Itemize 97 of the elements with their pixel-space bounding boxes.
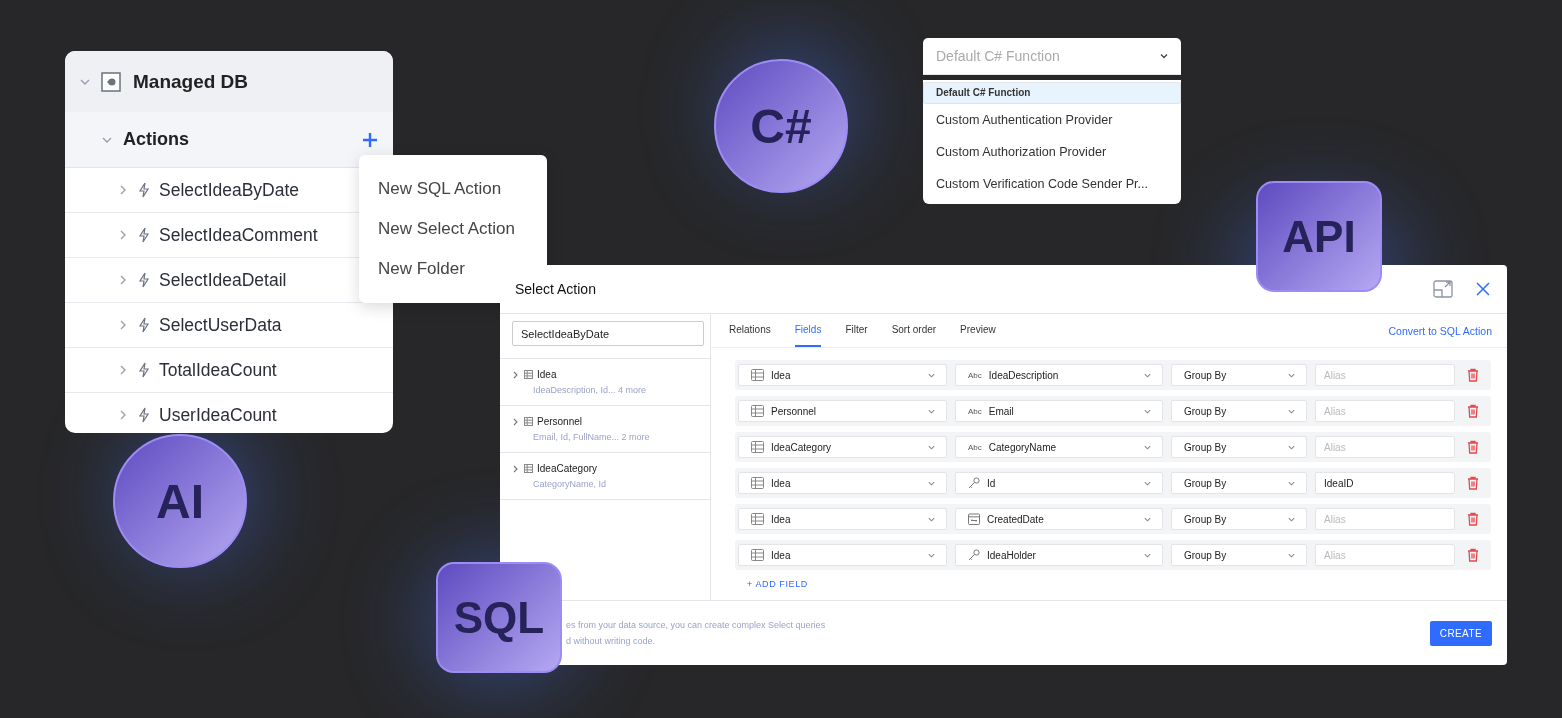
aggregate-select[interactable]: Group By [1171,544,1307,566]
expand-icon[interactable] [1433,280,1453,298]
lightning-icon [137,182,151,198]
lightning-icon [137,407,151,423]
entity-name: Personnel [537,416,583,427]
caret-icon [1159,51,1169,61]
entity-fields: IdeaDescription, Id... 4 more [533,385,698,395]
tree-item[interactable]: UserIdeaCount [117,393,277,433]
key-icon [968,477,980,489]
entity-fields: Email, Id, FullName... 2 more [533,432,698,442]
table-icon [751,405,764,417]
tree-item[interactable]: TotalIdeaCount [117,348,277,392]
trash-icon[interactable] [1467,368,1479,382]
chevron-icon [512,417,520,426]
dropdown-option[interactable]: Custom Authentication Provider [923,104,1181,136]
footer-text: es from your data source, you can create complex Select queries [566,620,826,630]
field-select[interactable]: CreatedDate [955,508,1163,530]
table-icon [524,417,533,426]
tab[interactable]: Filter [845,314,868,347]
entity-item[interactable]: Personnel Email, Id, FullName... 2 more [500,406,710,453]
lightning-icon [137,227,151,243]
table-select[interactable]: Idea [738,472,947,494]
entity-item[interactable]: IdeaCategory CategoryName, Id [500,453,710,500]
calendar-icon [968,513,980,525]
lightning-icon [137,362,151,378]
trash-icon[interactable] [1467,404,1479,418]
alias-field[interactable]: IdeaID [1315,472,1455,494]
aggregate-select[interactable]: Group By [1171,436,1307,458]
name-field[interactable]: SelectIdeaByDate [512,321,704,346]
entity-item[interactable]: Idea IdeaDescription, Id... 4 more [500,359,710,406]
chevron-icon [512,464,520,473]
table-icon [751,549,764,561]
dialog-title: Select Action [515,281,596,297]
field-select[interactable]: Abc Email [955,400,1163,422]
table-select[interactable]: IdeaCategory [738,436,947,458]
trash-icon[interactable] [1467,512,1479,526]
aggregate-select[interactable]: Group By [1171,472,1307,494]
entity-name: Idea [537,369,557,380]
table-select[interactable]: Personnel [738,400,947,422]
field-select[interactable]: Abc CategoryName [955,436,1163,458]
table-icon [751,513,764,525]
field-select[interactable]: Abc IdeaDescription [955,364,1163,386]
tree-item[interactable]: SelectIdeaDetail [117,258,287,302]
table-icon [524,464,533,473]
close-icon[interactable] [1475,281,1491,297]
logo-badge: SQL [436,562,562,673]
dropdown-option[interactable]: Custom Authorization Provider [923,136,1181,168]
table-select[interactable]: Idea [738,544,947,566]
logo-badge: C# [714,59,848,193]
chevron-icon [512,370,520,379]
field-select[interactable]: Id [955,472,1163,494]
alias-field[interactable]: Alias [1315,364,1455,386]
create-button[interactable]: CREATE [1429,620,1492,646]
lightning-icon [137,317,151,333]
dropdown-option[interactable]: Custom Verification Code Sender Pr... [923,168,1181,200]
alias-field[interactable]: Alias [1315,544,1455,566]
menu-item[interactable]: New Select Action [359,209,547,249]
tree-item[interactable]: SelectUserData [117,303,282,347]
footer-text: d without writing code. [566,636,657,646]
add-icon[interactable] [362,131,378,148]
entity-name: IdeaCategory [537,463,598,474]
trash-icon[interactable] [1467,548,1479,562]
menu-item[interactable]: New SQL Action [359,169,547,209]
key-icon [968,549,980,561]
text-type-icon: Abc [968,442,982,452]
convert-link[interactable]: Convert to SQL Action [1388,314,1492,347]
field-select[interactable]: IdeaHolder [955,544,1163,566]
alias-field[interactable]: Alias [1315,436,1455,458]
table-select[interactable]: Idea [738,508,947,530]
tree-item[interactable]: Managed DB [65,51,393,112]
alias-field[interactable]: Alias [1315,508,1455,530]
text-type-icon: Abc [968,406,982,416]
logo-badge: API [1256,181,1382,292]
tree-item[interactable]: SelectIdeaByDate [117,168,300,212]
lightning-icon [137,272,151,288]
add-field-link[interactable]: + ADD FIELD [711,571,1507,595]
aggregate-select[interactable]: Group By [1171,400,1307,422]
trash-icon[interactable] [1467,440,1479,454]
tab[interactable]: Sort order [891,314,937,347]
tab[interactable]: Fields [794,314,822,347]
dropdown-option[interactable]: Default C# Function [923,82,1181,104]
tab[interactable]: Preview [960,314,996,347]
table-icon [751,477,764,489]
trash-icon[interactable] [1467,476,1479,490]
aggregate-select[interactable]: Group By [1171,508,1307,530]
table-icon [751,369,764,381]
tree-item[interactable]: SelectIdeaComment [117,213,318,257]
entity-fields: CategoryName, Id [533,479,698,489]
table-select[interactable]: Idea [738,364,947,386]
table-icon [524,370,533,379]
text-type-icon: Abc [968,370,982,380]
aggregate-select[interactable]: Group By [1171,364,1307,386]
tab[interactable]: Relations [729,314,771,347]
table-icon [751,441,764,453]
alias-field[interactable]: Alias [1315,400,1455,422]
logo-badge: AI [113,434,247,568]
database-icon [101,71,121,92]
